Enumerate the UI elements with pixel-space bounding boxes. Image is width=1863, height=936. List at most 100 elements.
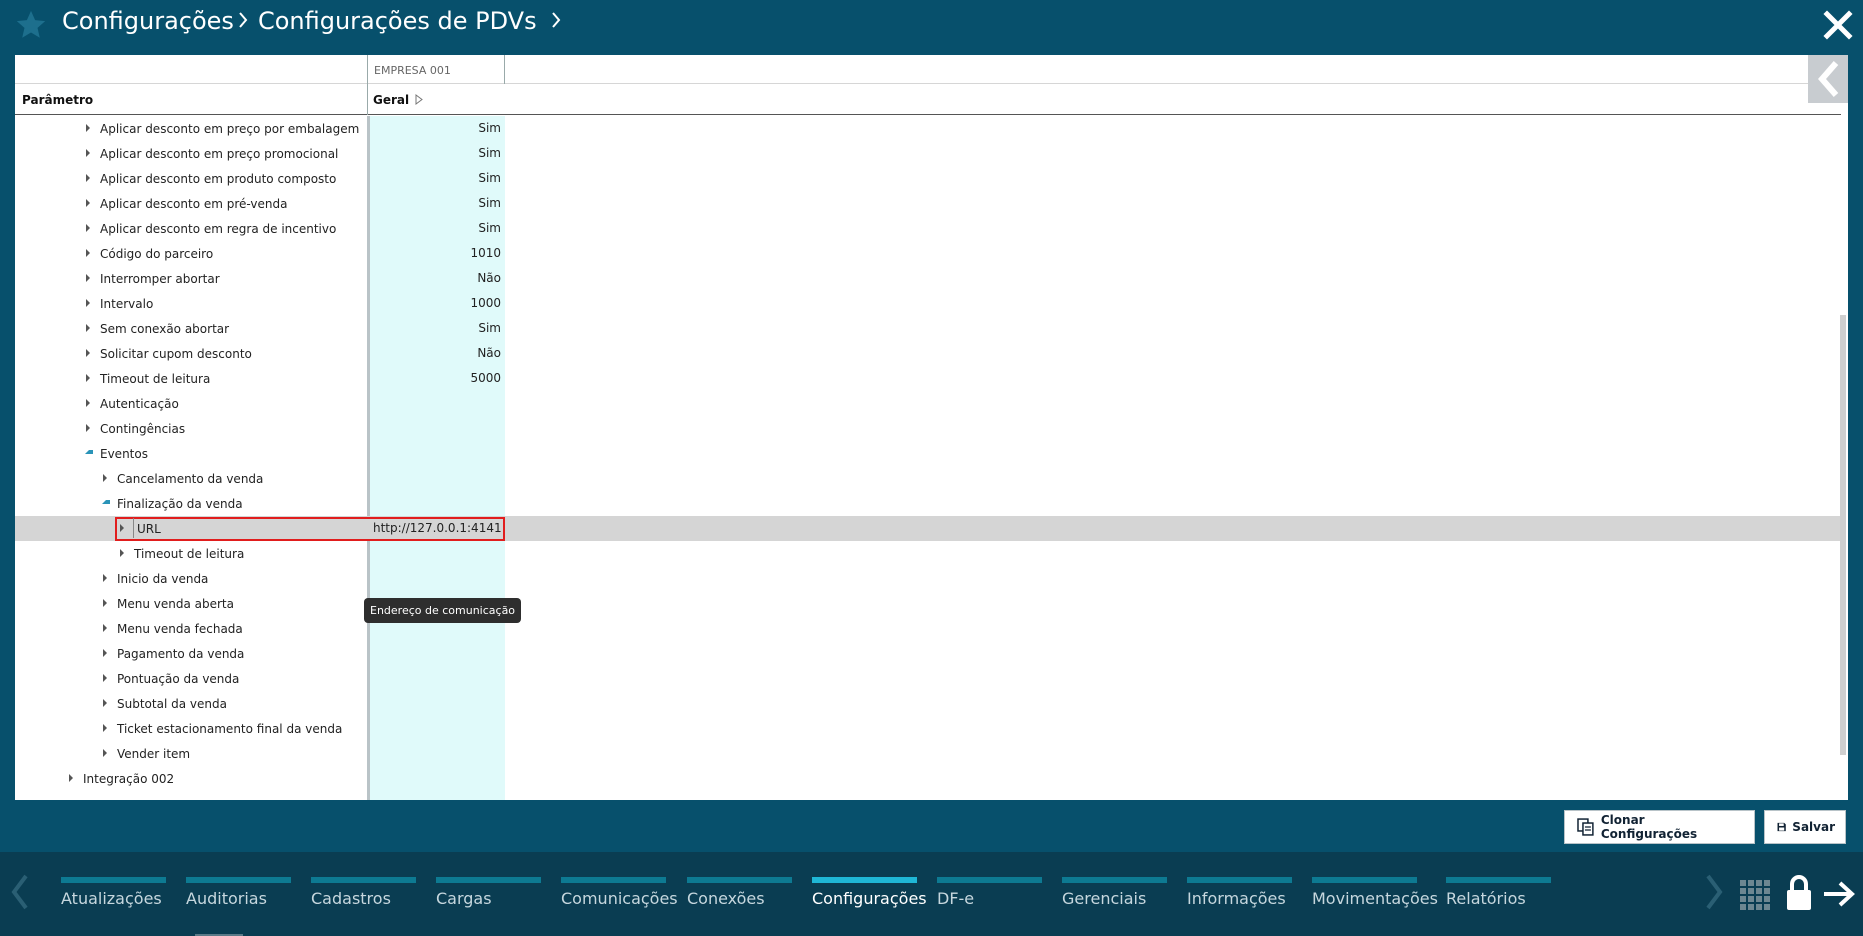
nav-auditorias[interactable]: Auditorias: [186, 877, 291, 917]
nav-movimentacoes[interactable]: Movimentações: [1312, 877, 1438, 917]
row-value[interactable]: Sim: [369, 121, 501, 135]
collapse-panel-button[interactable]: [1808, 55, 1848, 103]
apps-grid-icon[interactable]: [1739, 879, 1771, 911]
row-value[interactable]: Sim: [369, 171, 501, 185]
caret-right-icon[interactable]: [103, 599, 107, 607]
caret-right-icon[interactable]: [103, 474, 107, 482]
caret-expanded-icon[interactable]: [102, 500, 110, 504]
tree-row[interactable]: Pontuação da venda: [15, 666, 1841, 691]
row-value[interactable]: Sim: [369, 221, 501, 235]
caret-right-icon[interactable]: [86, 249, 90, 257]
caret-right-icon[interactable]: [86, 174, 90, 182]
tree-row[interactable]: Subtotal da venda: [15, 691, 1841, 716]
close-icon[interactable]: [1823, 10, 1853, 40]
caret-right-icon[interactable]: [86, 399, 90, 407]
tree-row[interactable]: Aplicar desconto em produto composto Sim: [15, 166, 1841, 191]
caret-right-icon[interactable]: [103, 624, 107, 632]
nav-informacoes[interactable]: Informações: [1187, 877, 1292, 917]
row-value[interactable]: Não: [369, 271, 501, 285]
tree-row[interactable]: Pagamento da venda: [15, 641, 1841, 666]
tree-row[interactable]: Interromper abortar Não: [15, 266, 1841, 291]
caret-right-icon[interactable]: [103, 674, 107, 682]
caret-right-icon[interactable]: [86, 424, 90, 432]
caret-right-icon[interactable]: [86, 224, 90, 232]
vertical-scrollbar[interactable]: [1840, 315, 1846, 755]
caret-right-icon[interactable]: [103, 724, 107, 732]
tree-row-selected[interactable]: URL http://127.0.0.1:4141: [15, 516, 1841, 541]
breadcrumb-configuracoes-pdvs[interactable]: Configurações de PDVs: [258, 7, 537, 35]
row-value[interactable]: 1000: [369, 296, 501, 310]
caret-right-icon[interactable]: [86, 324, 90, 332]
tree-row[interactable]: Integração 002: [15, 766, 1841, 791]
nav-bar: [937, 877, 1042, 883]
tree-row[interactable]: Aplicar desconto em regra de incentivo Si…: [15, 216, 1841, 241]
save-button[interactable]: Salvar: [1764, 810, 1846, 844]
tree-row[interactable]: Aplicar desconto em preço promocional Sim: [15, 141, 1841, 166]
row-label: Eventos: [100, 447, 148, 461]
caret-right-icon[interactable]: [120, 549, 124, 557]
nav-comunicacoes[interactable]: Comunicações: [561, 877, 678, 917]
lock-icon[interactable]: [1784, 874, 1814, 912]
tree-row[interactable]: Menu venda aberta: [15, 591, 1841, 616]
favorite-star-icon[interactable]: [14, 8, 48, 42]
nav-cadastros[interactable]: Cadastros: [311, 877, 416, 917]
nav-gerenciais[interactable]: Gerenciais: [1062, 877, 1167, 917]
nav-next-icon[interactable]: [1704, 872, 1726, 912]
caret-right-icon[interactable]: [86, 374, 90, 382]
caret-right-icon[interactable]: [86, 149, 90, 157]
tree-row[interactable]: Ticket estacionamento final da venda: [15, 716, 1841, 741]
row-value[interactable]: Sim: [369, 196, 501, 210]
caret-right-icon[interactable]: [86, 274, 90, 282]
caret-right-icon[interactable]: [86, 349, 90, 357]
parameter-column-header[interactable]: Parâmetro: [22, 93, 93, 107]
caret-expanded-icon[interactable]: [85, 450, 93, 454]
nav-cargas[interactable]: Cargas: [436, 877, 541, 917]
tree-row[interactable]: Autenticação: [15, 391, 1841, 416]
breadcrumb-configuracoes[interactable]: Configurações: [62, 7, 234, 35]
chevron-right-icon: [238, 7, 248, 35]
caret-right-icon[interactable]: [86, 124, 90, 132]
tree-row[interactable]: Eventos: [15, 441, 1841, 466]
expand-column-icon[interactable]: [415, 94, 423, 105]
clone-config-button[interactable]: Clonar Configurações: [1564, 810, 1755, 844]
caret-right-icon[interactable]: [120, 524, 124, 532]
row-value[interactable]: Não: [369, 346, 501, 360]
caret-right-icon[interactable]: [86, 199, 90, 207]
tree-row[interactable]: Intervalo 1000: [15, 291, 1841, 316]
caret-right-icon[interactable]: [103, 749, 107, 757]
nav-configuracoes[interactable]: Configurações: [812, 877, 927, 917]
nav-conexoes[interactable]: Conexões: [687, 877, 792, 917]
nav-atualizacoes[interactable]: Atualizações: [61, 877, 166, 917]
tree-row[interactable]: Cancelamento da venda: [15, 466, 1841, 491]
nav-dfe[interactable]: DF-e: [937, 877, 1042, 917]
tree-row[interactable]: Timeout de leitura 5000: [15, 366, 1841, 391]
caret-right-icon[interactable]: [86, 299, 90, 307]
tree-row[interactable]: Sem conexão abortar Sim: [15, 316, 1841, 341]
general-column-header[interactable]: Geral: [373, 93, 409, 107]
caret-right-icon[interactable]: [69, 774, 73, 782]
row-value[interactable]: Sim: [369, 321, 501, 335]
nav-prev-icon[interactable]: [8, 872, 30, 912]
row-value[interactable]: 1010: [369, 246, 501, 260]
tree-row[interactable]: Menu venda fechada: [15, 616, 1841, 641]
tree-row[interactable]: Código do parceiro 1010: [15, 241, 1841, 266]
tree-row[interactable]: Aplicar desconto em pré-venda Sim: [15, 191, 1841, 216]
tree-row[interactable]: Aplicar desconto em preço por embalagem S…: [15, 116, 1841, 141]
caret-right-icon[interactable]: [103, 649, 107, 657]
tree-row[interactable]: Contingências: [15, 416, 1841, 441]
caret-right-icon[interactable]: [103, 699, 107, 707]
tree-row[interactable]: Vender item: [15, 741, 1841, 766]
row-value[interactable]: Sim: [369, 146, 501, 160]
parameters-panel: EMPRESA 001 Parâmetro Geral Aplicar desc…: [15, 55, 1848, 800]
save-label: Salvar: [1792, 820, 1835, 834]
row-value[interactable]: 5000: [369, 371, 501, 385]
logout-arrow-icon[interactable]: [1822, 879, 1856, 909]
nav-bar: [812, 877, 917, 883]
caret-right-icon[interactable]: [103, 574, 107, 582]
tree-row[interactable]: Timeout de leitura: [15, 541, 1841, 566]
nav-relatorios[interactable]: Relatórios: [1446, 877, 1551, 917]
tree-row[interactable]: Solicitar cupom desconto Não: [15, 341, 1841, 366]
tree-row[interactable]: Finalização da venda: [15, 491, 1841, 516]
url-value-cell[interactable]: http://127.0.0.1:4141: [373, 521, 505, 535]
tree-row[interactable]: Inicio da venda: [15, 566, 1841, 591]
